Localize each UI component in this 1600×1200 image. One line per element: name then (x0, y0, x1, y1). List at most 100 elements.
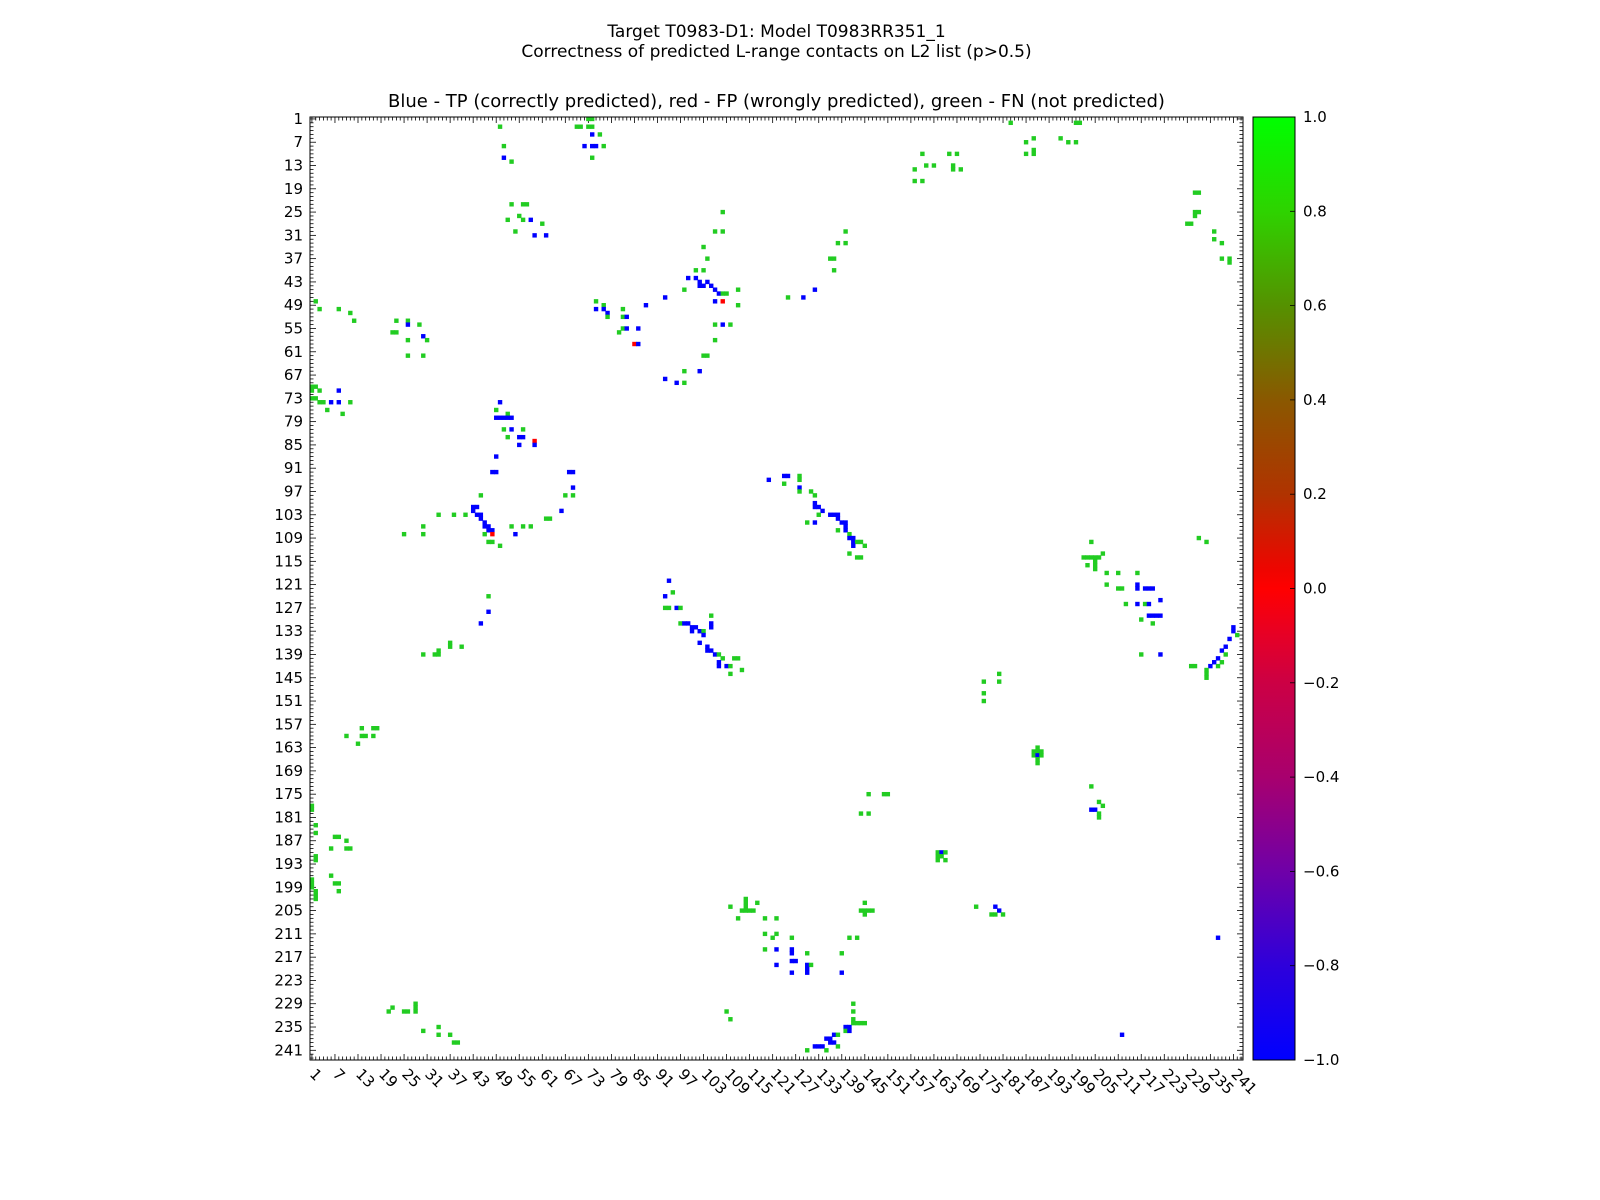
fn-point (1096, 799, 1102, 805)
x-tick-label: 73 (583, 1065, 609, 1091)
tp-point (724, 663, 729, 669)
fn-point (497, 124, 503, 129)
fn-point (348, 310, 353, 316)
fn-point (436, 652, 441, 657)
y-tick-label: 157 (274, 715, 303, 733)
fn-point (862, 543, 868, 549)
fn-point (716, 652, 722, 657)
tp-point (674, 380, 679, 386)
colorbar-tick-label: 0.6 (1303, 297, 1327, 315)
fn-point (996, 679, 1002, 684)
fn-point (950, 163, 956, 168)
fn-point (950, 167, 956, 172)
tp-point (405, 322, 411, 327)
fn-point (854, 935, 860, 940)
x-tick-label: 13 (352, 1065, 378, 1091)
fn-point (1116, 586, 1121, 591)
fn-point (317, 400, 322, 405)
fn-point (497, 543, 503, 549)
tp-point (781, 473, 787, 479)
fn-point (981, 691, 987, 696)
fn-point (808, 489, 814, 494)
colorbar-tick-label: −0.2 (1303, 674, 1339, 692)
fn-point (762, 931, 768, 937)
fn-point (1185, 221, 1190, 226)
y-tick-label: 223 (274, 971, 303, 989)
tp-point (1158, 613, 1163, 618)
fn-point (847, 551, 852, 556)
colorbar-tick-label: −0.8 (1303, 957, 1339, 975)
tp-point (1146, 586, 1152, 591)
fn-point (1089, 555, 1094, 560)
tp-point (824, 1036, 829, 1041)
fn-point (348, 846, 353, 851)
tp-point (843, 524, 848, 529)
fn-point (774, 931, 779, 937)
colorbar-tick-label: −0.6 (1303, 862, 1339, 880)
tp-point (570, 469, 576, 475)
fp-point (532, 438, 537, 444)
fn-point (743, 900, 748, 906)
fn-point (1073, 140, 1079, 145)
fn-point (505, 434, 510, 440)
y-tick-label: 229 (274, 995, 303, 1013)
tp-point (490, 528, 495, 533)
fn-point (770, 935, 775, 940)
tp-point (1158, 652, 1163, 657)
fn-point (505, 411, 510, 417)
y-tick-label: 187 (274, 832, 303, 850)
fn-point (413, 1001, 418, 1006)
y-tick-label: 103 (274, 506, 303, 524)
y-tick-label: 49 (284, 296, 303, 314)
fn-point (1192, 213, 1198, 219)
fn-point (1092, 563, 1098, 568)
fn-point (1089, 784, 1094, 789)
tp-point (689, 628, 695, 634)
fn-point (520, 202, 526, 207)
fn-point (712, 322, 718, 327)
fn-point (705, 256, 710, 261)
fn-point (447, 640, 453, 646)
fn-point (317, 306, 322, 312)
fn-point (520, 427, 526, 432)
tp-point (709, 621, 714, 626)
fn-point (390, 330, 395, 335)
fn-point (1092, 566, 1098, 572)
tp-point (705, 279, 710, 285)
fn-point (712, 337, 718, 343)
fn-point (781, 481, 787, 486)
tp-point (1135, 582, 1140, 587)
tp-point (666, 578, 672, 583)
fn-point (436, 512, 441, 517)
fn-point (1215, 663, 1221, 669)
fn-point (1039, 749, 1044, 754)
tp-point (478, 516, 484, 521)
fn-point (1058, 136, 1063, 141)
fn-point (854, 1020, 860, 1026)
fn-point (1150, 621, 1155, 626)
tp-point (716, 291, 722, 296)
fn-point (332, 834, 338, 840)
tp-point (482, 520, 487, 525)
tp-point (709, 283, 714, 289)
tp-point (582, 143, 587, 149)
tp-point (816, 504, 821, 510)
fn-point (447, 644, 453, 649)
fn-point (1096, 815, 1102, 820)
tp-point (812, 1044, 818, 1049)
fn-point (797, 473, 802, 479)
fn-point (455, 1040, 461, 1045)
tp-point (812, 504, 818, 510)
tp-point (766, 477, 772, 483)
fn-point (996, 671, 1002, 677)
tp-point (590, 143, 595, 149)
fn-point (517, 213, 522, 219)
tp-point (805, 966, 810, 972)
tp-point (1154, 613, 1159, 618)
fn-point (712, 229, 718, 234)
fn-point (436, 1032, 441, 1037)
tp-point (812, 500, 818, 506)
y-tick-label: 97 (284, 482, 303, 500)
fn-point (359, 726, 365, 731)
fn-point (386, 1009, 391, 1014)
